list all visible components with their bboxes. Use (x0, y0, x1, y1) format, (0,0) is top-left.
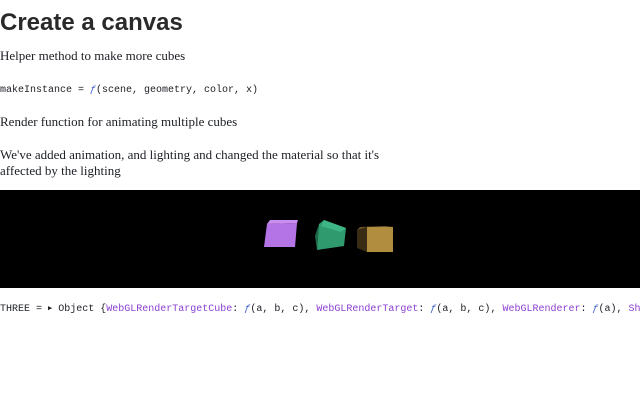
cubes-render (264, 220, 393, 252)
log-comma: , (304, 304, 317, 315)
log-key: ShaderLib (628, 304, 640, 315)
animation-description: We've added animation, and lighting and … (0, 147, 380, 178)
make-instance-name: makeInstance = (0, 85, 91, 96)
log-sep: : (232, 304, 245, 315)
page-title: Create a canvas (0, 9, 183, 36)
log-args: (a, b, c) (436, 304, 491, 315)
expand-caret-icon[interactable]: ▶ (48, 305, 52, 313)
log-sep: : (418, 304, 431, 315)
log-key: WebGLRenderTargetCube (106, 304, 233, 315)
three-prefix: THREE = (0, 304, 49, 315)
cube-middle (315, 220, 346, 250)
log-args: (a) (598, 304, 617, 315)
render-description: Render function for animating multiple c… (0, 114, 238, 129)
webgl-canvas[interactable] (0, 190, 640, 288)
make-instance-args: (scene, geometry, color, x) (96, 85, 259, 96)
cube-left (264, 220, 298, 247)
helper-description: Helper method to make more cubes (0, 48, 186, 63)
log-key: WebGLRenderTarget (316, 304, 419, 315)
log-args: (a, b, c) (250, 304, 305, 315)
log-sep: : (580, 304, 593, 315)
object-label: Object { (58, 304, 107, 315)
three-object-log[interactable]: THREE = ▶ Object {WebGLRenderTargetCube:… (0, 302, 640, 317)
log-comma: , (490, 304, 503, 315)
log-key: WebGLRenderer (502, 304, 581, 315)
log-comma: , (616, 304, 629, 315)
make-instance-cell[interactable]: makeInstance = ƒ(scene, geometry, color,… (0, 84, 258, 98)
cube-right (357, 226, 393, 252)
